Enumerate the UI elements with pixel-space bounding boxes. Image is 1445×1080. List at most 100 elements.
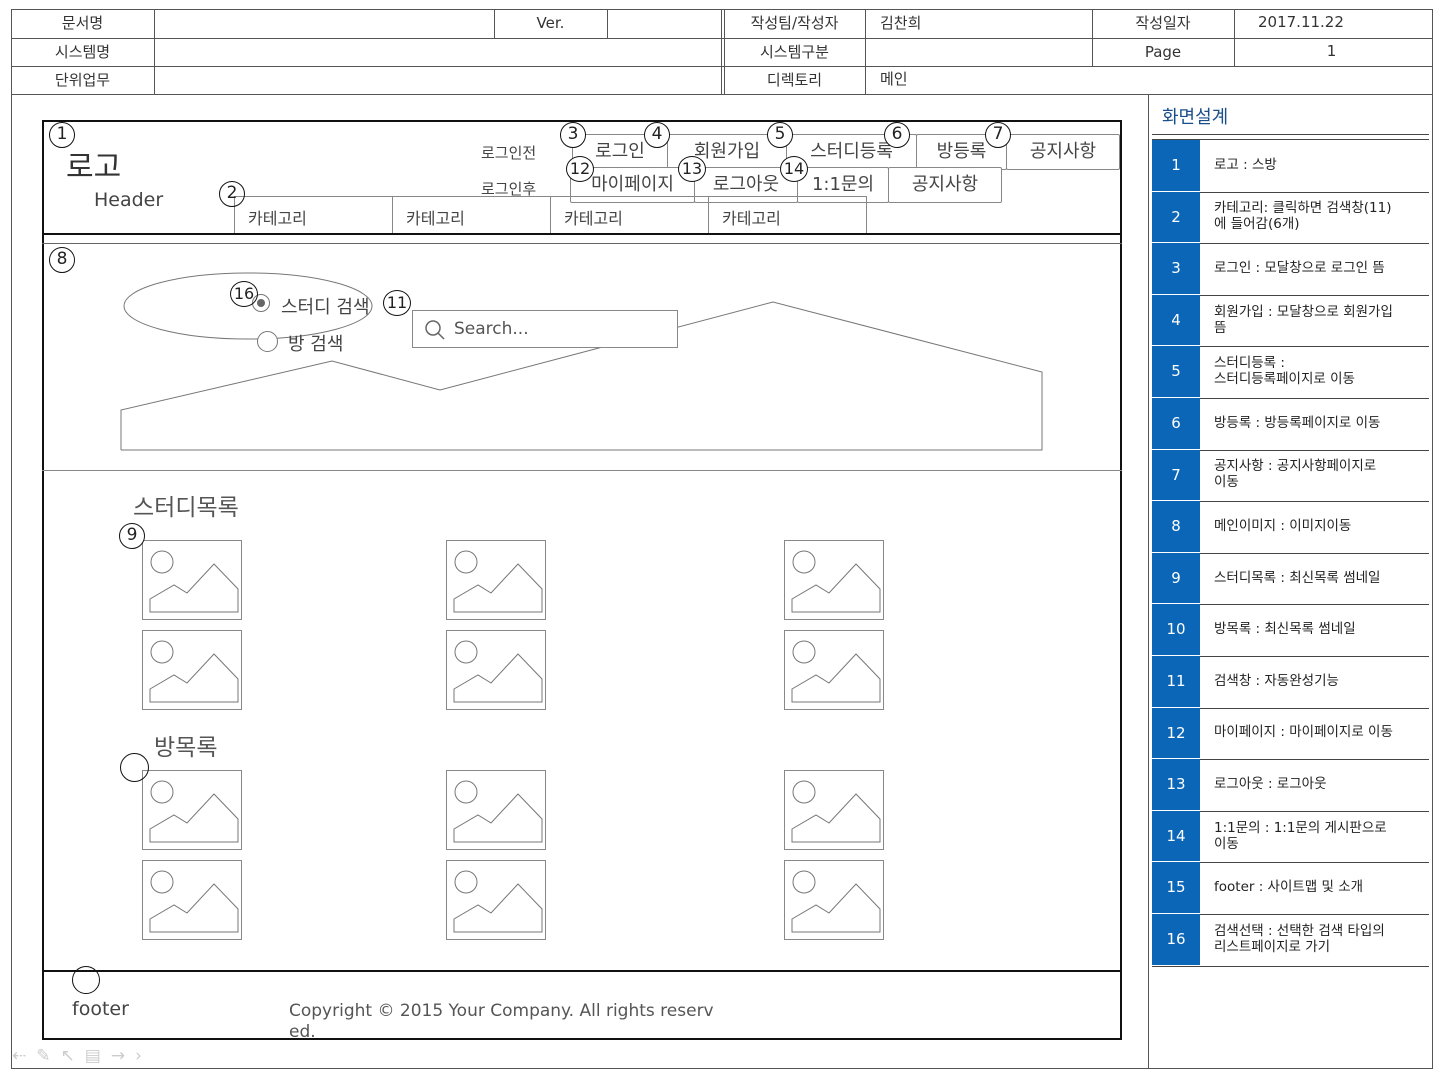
copyright-line-1: Copyright © 2015 Your Company. All right…: [289, 1001, 714, 1021]
spec-item-text: 마이페이지 : 마이페이지로 이동: [1214, 724, 1393, 741]
annotation-marker: 7: [985, 122, 1011, 148]
spec-item-number: 16: [1152, 914, 1200, 965]
spec-item-text: 스터디등록 : 스터디등록페이지로 이동: [1214, 355, 1355, 388]
image-placeholder-icon: [149, 870, 239, 933]
spec-item-number: 11: [1152, 656, 1200, 707]
spec-item-text: 방목록 : 최신목록 썸네일: [1214, 621, 1356, 638]
spec-item: 4 회원가입 : 모달창으로 회원가입 뜸: [1152, 294, 1429, 348]
spec-item-number: 12: [1152, 707, 1200, 759]
annotation-marker: 13: [678, 156, 706, 182]
spec-item: 2 카테고리: 클릭하면 검색창(11) 에 들어감(6개): [1152, 191, 1429, 245]
spec-item-number: 2: [1152, 191, 1200, 243]
spec-item-number: 3: [1152, 243, 1200, 294]
spec-item-number: 14: [1152, 810, 1200, 862]
spec-item-text: 카테고리: 클릭하면 검색창(11) 에 들어감(6개): [1214, 200, 1392, 233]
room-search-label: 방 검색: [288, 334, 344, 355]
spec-item-text: 검색창 : 자동완성기능: [1214, 672, 1339, 689]
spec-item-text: 메인이미지 : 이미지이동: [1214, 517, 1352, 534]
room-list-title: 방목록: [154, 735, 218, 761]
footer-label: footer: [72, 998, 129, 1020]
spec-item: 13 로그아웃 : 로그아웃: [1152, 759, 1429, 812]
annotation-marker: 4: [644, 122, 670, 148]
arrow-right-icon[interactable]: →: [111, 1046, 135, 1066]
study-thumbnail[interactable]: [142, 630, 242, 710]
annotation-marker-empty: [72, 966, 100, 994]
spec-item-text: 방등록 : 방등록페이지로 이동: [1214, 414, 1381, 431]
annotation-marker: 14: [780, 156, 808, 182]
spec-item: 7 공지사항 : 공지사항페이지로 이동: [1152, 449, 1429, 503]
study-thumbnail[interactable]: [446, 630, 546, 710]
spec-item-number: 9: [1152, 552, 1200, 604]
spec-item-text: 로그인 : 모달창으로 로그인 뜸: [1214, 259, 1385, 276]
spec-item-number: 15: [1152, 862, 1200, 913]
image-placeholder-icon: [149, 780, 239, 843]
pencil-icon[interactable]: ✎: [36, 1046, 60, 1066]
document-icon[interactable]: ▤: [85, 1046, 111, 1066]
annotation-marker: 9: [119, 523, 145, 549]
sidebar-title-line: [1152, 134, 1429, 135]
room-thumbnail[interactable]: [446, 770, 546, 850]
spec-item: 10 방목록 : 최신목록 썸네일: [1152, 604, 1429, 657]
room-search-radio[interactable]: [257, 331, 278, 352]
room-thumbnail[interactable]: [142, 770, 242, 850]
image-placeholder-icon: [791, 640, 881, 703]
spec-item: 1 로고 : 스방: [1152, 140, 1429, 193]
annotation-marker: 2: [219, 181, 245, 207]
spec-item-text: 로고 : 스방: [1214, 156, 1277, 173]
arrow-left-icon[interactable]: ⇠: [12, 1046, 36, 1066]
study-thumbnail[interactable]: [446, 540, 546, 620]
image-placeholder-icon: [149, 640, 239, 703]
spec-item: 3 로그인 : 모달창으로 로그인 뜸: [1152, 243, 1429, 296]
spec-item-text: 1:1문의 : 1:1문의 게시판으로 이동: [1214, 819, 1387, 852]
sidebar-title: 화면설계: [1162, 107, 1229, 128]
annotation-marker: 5: [767, 122, 793, 148]
spec-item-number: 1: [1152, 140, 1200, 191]
spec-item-number: 5: [1152, 346, 1200, 397]
study-thumbnail[interactable]: [784, 540, 884, 620]
image-placeholder-icon: [453, 550, 543, 613]
image-placeholder-icon: [791, 780, 881, 843]
annotation-marker: 11: [383, 290, 411, 316]
spec-item-text: 공지사항 : 공지사항페이지로 이동: [1214, 458, 1377, 491]
spec-item: 9 스터디목록 : 최신목록 썸네일: [1152, 552, 1429, 606]
image-placeholder-icon: [453, 780, 543, 843]
room-thumbnail[interactable]: [784, 770, 884, 850]
spec-item: 8 메인이미지 : 이미지이동: [1152, 501, 1429, 554]
spec-item-text: 로그아웃 : 로그아웃: [1214, 775, 1327, 792]
spec-item-text: 스터디목록 : 최신목록 썸네일: [1214, 569, 1381, 586]
study-thumbnail[interactable]: [142, 540, 242, 620]
chevron-right-icon[interactable]: ›: [135, 1046, 152, 1066]
cursor-icon[interactable]: ↖: [61, 1046, 85, 1066]
spec-item: 11 검색창 : 자동완성기능: [1152, 656, 1429, 709]
image-placeholder-icon: [791, 550, 881, 613]
room-thumbnail[interactable]: [784, 860, 884, 940]
search-placeholder: Search...: [454, 319, 529, 339]
study-thumbnail[interactable]: [784, 630, 884, 710]
annotation-marker: 16: [230, 281, 258, 307]
annotation-marker: 3: [560, 122, 586, 148]
spec-item-text: footer : 사이트맵 및 소개: [1214, 879, 1364, 896]
spec-item: 15 footer : 사이트맵 및 소개: [1152, 862, 1429, 915]
copyright-text: Copyright © 2015 Your Company. All right…: [289, 1001, 714, 1043]
annotation-marker: 6: [884, 122, 910, 148]
copyright-line-2: ed.: [289, 1022, 316, 1042]
spec-item-number: 4: [1152, 294, 1200, 346]
annotation-marker: 1: [49, 122, 75, 148]
spec-item: 6 방등록 : 방등록페이지로 이동: [1152, 398, 1429, 451]
spec-item: 16 검색선택 : 선택한 검색 타입의 리스트페이지로 가기: [1152, 914, 1429, 967]
search-input[interactable]: Search...: [412, 310, 678, 348]
room-thumbnail[interactable]: [446, 860, 546, 940]
annotation-marker: 8: [49, 247, 75, 273]
spec-item: 14 1:1문의 : 1:1문의 게시판으로 이동: [1152, 810, 1429, 864]
radio-selected-dot: [257, 299, 265, 307]
search-icon: [425, 320, 445, 340]
room-thumbnail[interactable]: [142, 860, 242, 940]
annotation-marker-empty: [120, 753, 149, 782]
spec-item-number: 7: [1152, 449, 1200, 501]
spec-item-number: 8: [1152, 501, 1200, 552]
study-search-label: 스터디 검색: [281, 297, 370, 318]
image-placeholder-icon: [453, 640, 543, 703]
image-placeholder-icon: [791, 870, 881, 933]
spec-item-number: 13: [1152, 759, 1200, 810]
image-placeholder-icon: [453, 870, 543, 933]
